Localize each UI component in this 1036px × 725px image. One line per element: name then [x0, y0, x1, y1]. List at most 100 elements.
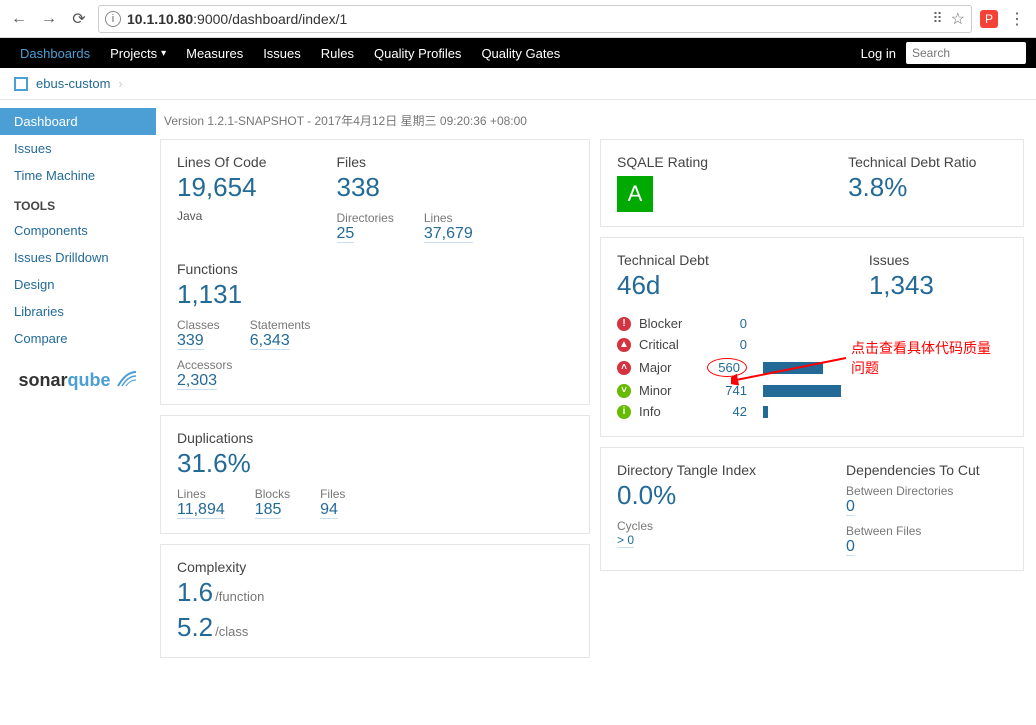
info-count[interactable]: 42 — [707, 404, 747, 419]
issue-row-minor: ˅Minor741 — [617, 380, 1007, 401]
breadcrumb: ebus-custom › — [0, 68, 1036, 100]
star-icon[interactable]: ☆ — [951, 9, 965, 29]
sidebar-item-design[interactable]: Design — [0, 271, 156, 298]
panel-rating: SQALE Rating A Technical Debt Ratio 3.8% — [600, 139, 1024, 227]
dirs-value[interactable]: 25 — [337, 225, 355, 243]
classes-value[interactable]: 339 — [177, 332, 204, 350]
issue-row-info: iInfo42 — [617, 401, 1007, 422]
blocker-icon: ! — [617, 317, 631, 331]
nav-measures[interactable]: Measures — [176, 38, 253, 68]
classes-label: Classes — [177, 318, 220, 332]
major-icon: ˄ — [617, 361, 631, 375]
nav-login[interactable]: Log in — [851, 38, 906, 68]
cx-per-class[interactable]: 5.2 — [177, 612, 213, 642]
tangle-title: Directory Tangle Index — [617, 462, 756, 478]
accessors-value[interactable]: 2,303 — [177, 372, 217, 390]
tdr-value[interactable]: 3.8% — [848, 172, 907, 202]
sidebar-item-issues-drilldown[interactable]: Issues Drilldown — [0, 244, 156, 271]
panel-debt-issues: Technical Debt 46d Issues 1,343 !Blocker… — [600, 237, 1024, 437]
extension-icon[interactable]: P — [980, 10, 998, 28]
sidebar-heading-tools: TOOLS — [0, 189, 156, 217]
browser-toolbar: ← → ⟳ i 10.1.10.80:9000/dashboard/index/… — [0, 0, 1036, 38]
major-bar — [763, 362, 823, 374]
files-value[interactable]: 338 — [337, 172, 380, 202]
search-input[interactable] — [906, 42, 1026, 64]
issues-label: Issues — [869, 252, 934, 268]
minor-count[interactable]: 741 — [707, 383, 747, 398]
bf-label: Between Files — [846, 524, 921, 538]
cx-func-unit: /function — [215, 589, 264, 604]
chevron-right-icon: › — [118, 76, 122, 91]
functions-value[interactable]: 1,131 — [177, 279, 242, 309]
bf-value[interactable]: 0 — [846, 538, 855, 556]
top-nav: Dashboards Projects▾ Measures Issues Rul… — [0, 38, 1036, 68]
sonarqube-logo: sonarqube — [0, 352, 156, 399]
info-sev-icon: i — [617, 405, 631, 419]
dup-blocks[interactable]: 185 — [255, 501, 282, 519]
sidebar-item-dashboard[interactable]: Dashboard — [0, 108, 156, 135]
bd-label: Between Directories — [846, 484, 953, 498]
minor-bar — [763, 385, 841, 397]
debt-value[interactable]: 46d — [617, 270, 660, 300]
issues-value[interactable]: 1,343 — [869, 270, 934, 300]
sidebar-item-compare[interactable]: Compare — [0, 325, 156, 352]
dup-lines[interactable]: 11,894 — [177, 501, 225, 519]
cycles-label: Cycles — [617, 519, 653, 533]
issue-row-major: ˄Major560 — [617, 355, 1007, 380]
panel-size: Lines Of Code 19,654 Java Files 338 Dire… — [160, 139, 590, 405]
major-count[interactable]: 560 — [707, 358, 747, 377]
nav-dashboards[interactable]: Dashboards — [10, 38, 100, 68]
accessors-label: Accessors — [177, 358, 232, 372]
caret-down-icon: ▾ — [161, 48, 166, 59]
blocker-count[interactable]: 0 — [707, 316, 747, 331]
stmts-label: Statements — [250, 318, 311, 332]
issue-row-blocker: !Blocker0 — [617, 313, 1007, 334]
cycles-value[interactable]: > 0 — [617, 533, 634, 548]
sidebar-item-components[interactable]: Components — [0, 217, 156, 244]
language: Java — [177, 209, 267, 223]
reload-icon[interactable]: ⟳ — [68, 8, 90, 30]
nav-issues[interactable]: Issues — [253, 38, 311, 68]
sidebar-item-libraries[interactable]: Libraries — [0, 298, 156, 325]
nav-projects[interactable]: Projects▾ — [100, 38, 176, 68]
debt-label: Technical Debt — [617, 252, 709, 268]
files-label: Files — [337, 154, 473, 170]
project-icon — [14, 77, 28, 91]
main-content: Version 1.2.1-SNAPSHOT - 2017年4月12日 星期三 … — [156, 100, 1036, 678]
tdr-label: Technical Debt Ratio — [848, 154, 976, 170]
info-icon[interactable]: i — [105, 11, 121, 27]
sidebar-item-time-machine[interactable]: Time Machine — [0, 162, 156, 189]
nav-quality-gates[interactable]: Quality Gates — [471, 38, 570, 68]
stmts-value[interactable]: 6,343 — [250, 332, 290, 350]
lines-value[interactable]: 37,679 — [424, 225, 473, 243]
dup-lines-label: Lines — [177, 487, 206, 501]
tangle-pct[interactable]: 0.0% — [617, 480, 676, 510]
translate-icon[interactable]: ⠿ — [932, 10, 942, 27]
sidebar: Dashboard Issues Time Machine TOOLS Comp… — [0, 100, 156, 678]
nav-rules[interactable]: Rules — [311, 38, 364, 68]
breadcrumb-project[interactable]: ebus-custom — [36, 76, 110, 91]
cx-per-function[interactable]: 1.6 — [177, 577, 213, 607]
nav-quality-profiles[interactable]: Quality Profiles — [364, 38, 471, 68]
bd-value[interactable]: 0 — [846, 498, 855, 516]
dup-title: Duplications — [177, 430, 573, 446]
dirs-label: Directories — [337, 211, 394, 225]
menu-icon[interactable]: ⋮ — [1006, 8, 1028, 30]
loc-value[interactable]: 19,654 — [177, 172, 257, 202]
sidebar-item-issues[interactable]: Issues — [0, 135, 156, 162]
cx-title: Complexity — [177, 559, 573, 575]
dup-files-label: Files — [320, 487, 345, 501]
forward-icon[interactable]: → — [38, 8, 60, 30]
url-text: 10.1.10.80:9000/dashboard/index/1 — [127, 11, 347, 27]
dup-files[interactable]: 94 — [320, 501, 338, 519]
issue-row-critical: ▲Critical0 — [617, 334, 1007, 355]
panel-tangle: Directory Tangle Index 0.0% Cycles> 0 De… — [600, 447, 1024, 571]
critical-count[interactable]: 0 — [707, 337, 747, 352]
url-bar[interactable]: i 10.1.10.80:9000/dashboard/index/1 ⠿ ☆ — [98, 5, 972, 33]
info-bar — [763, 406, 768, 418]
back-icon[interactable]: ← — [8, 8, 30, 30]
dup-pct[interactable]: 31.6% — [177, 448, 251, 478]
critical-icon: ▲ — [617, 338, 631, 352]
cx-class-unit: /class — [215, 624, 248, 639]
lines-label: Lines — [424, 211, 453, 225]
